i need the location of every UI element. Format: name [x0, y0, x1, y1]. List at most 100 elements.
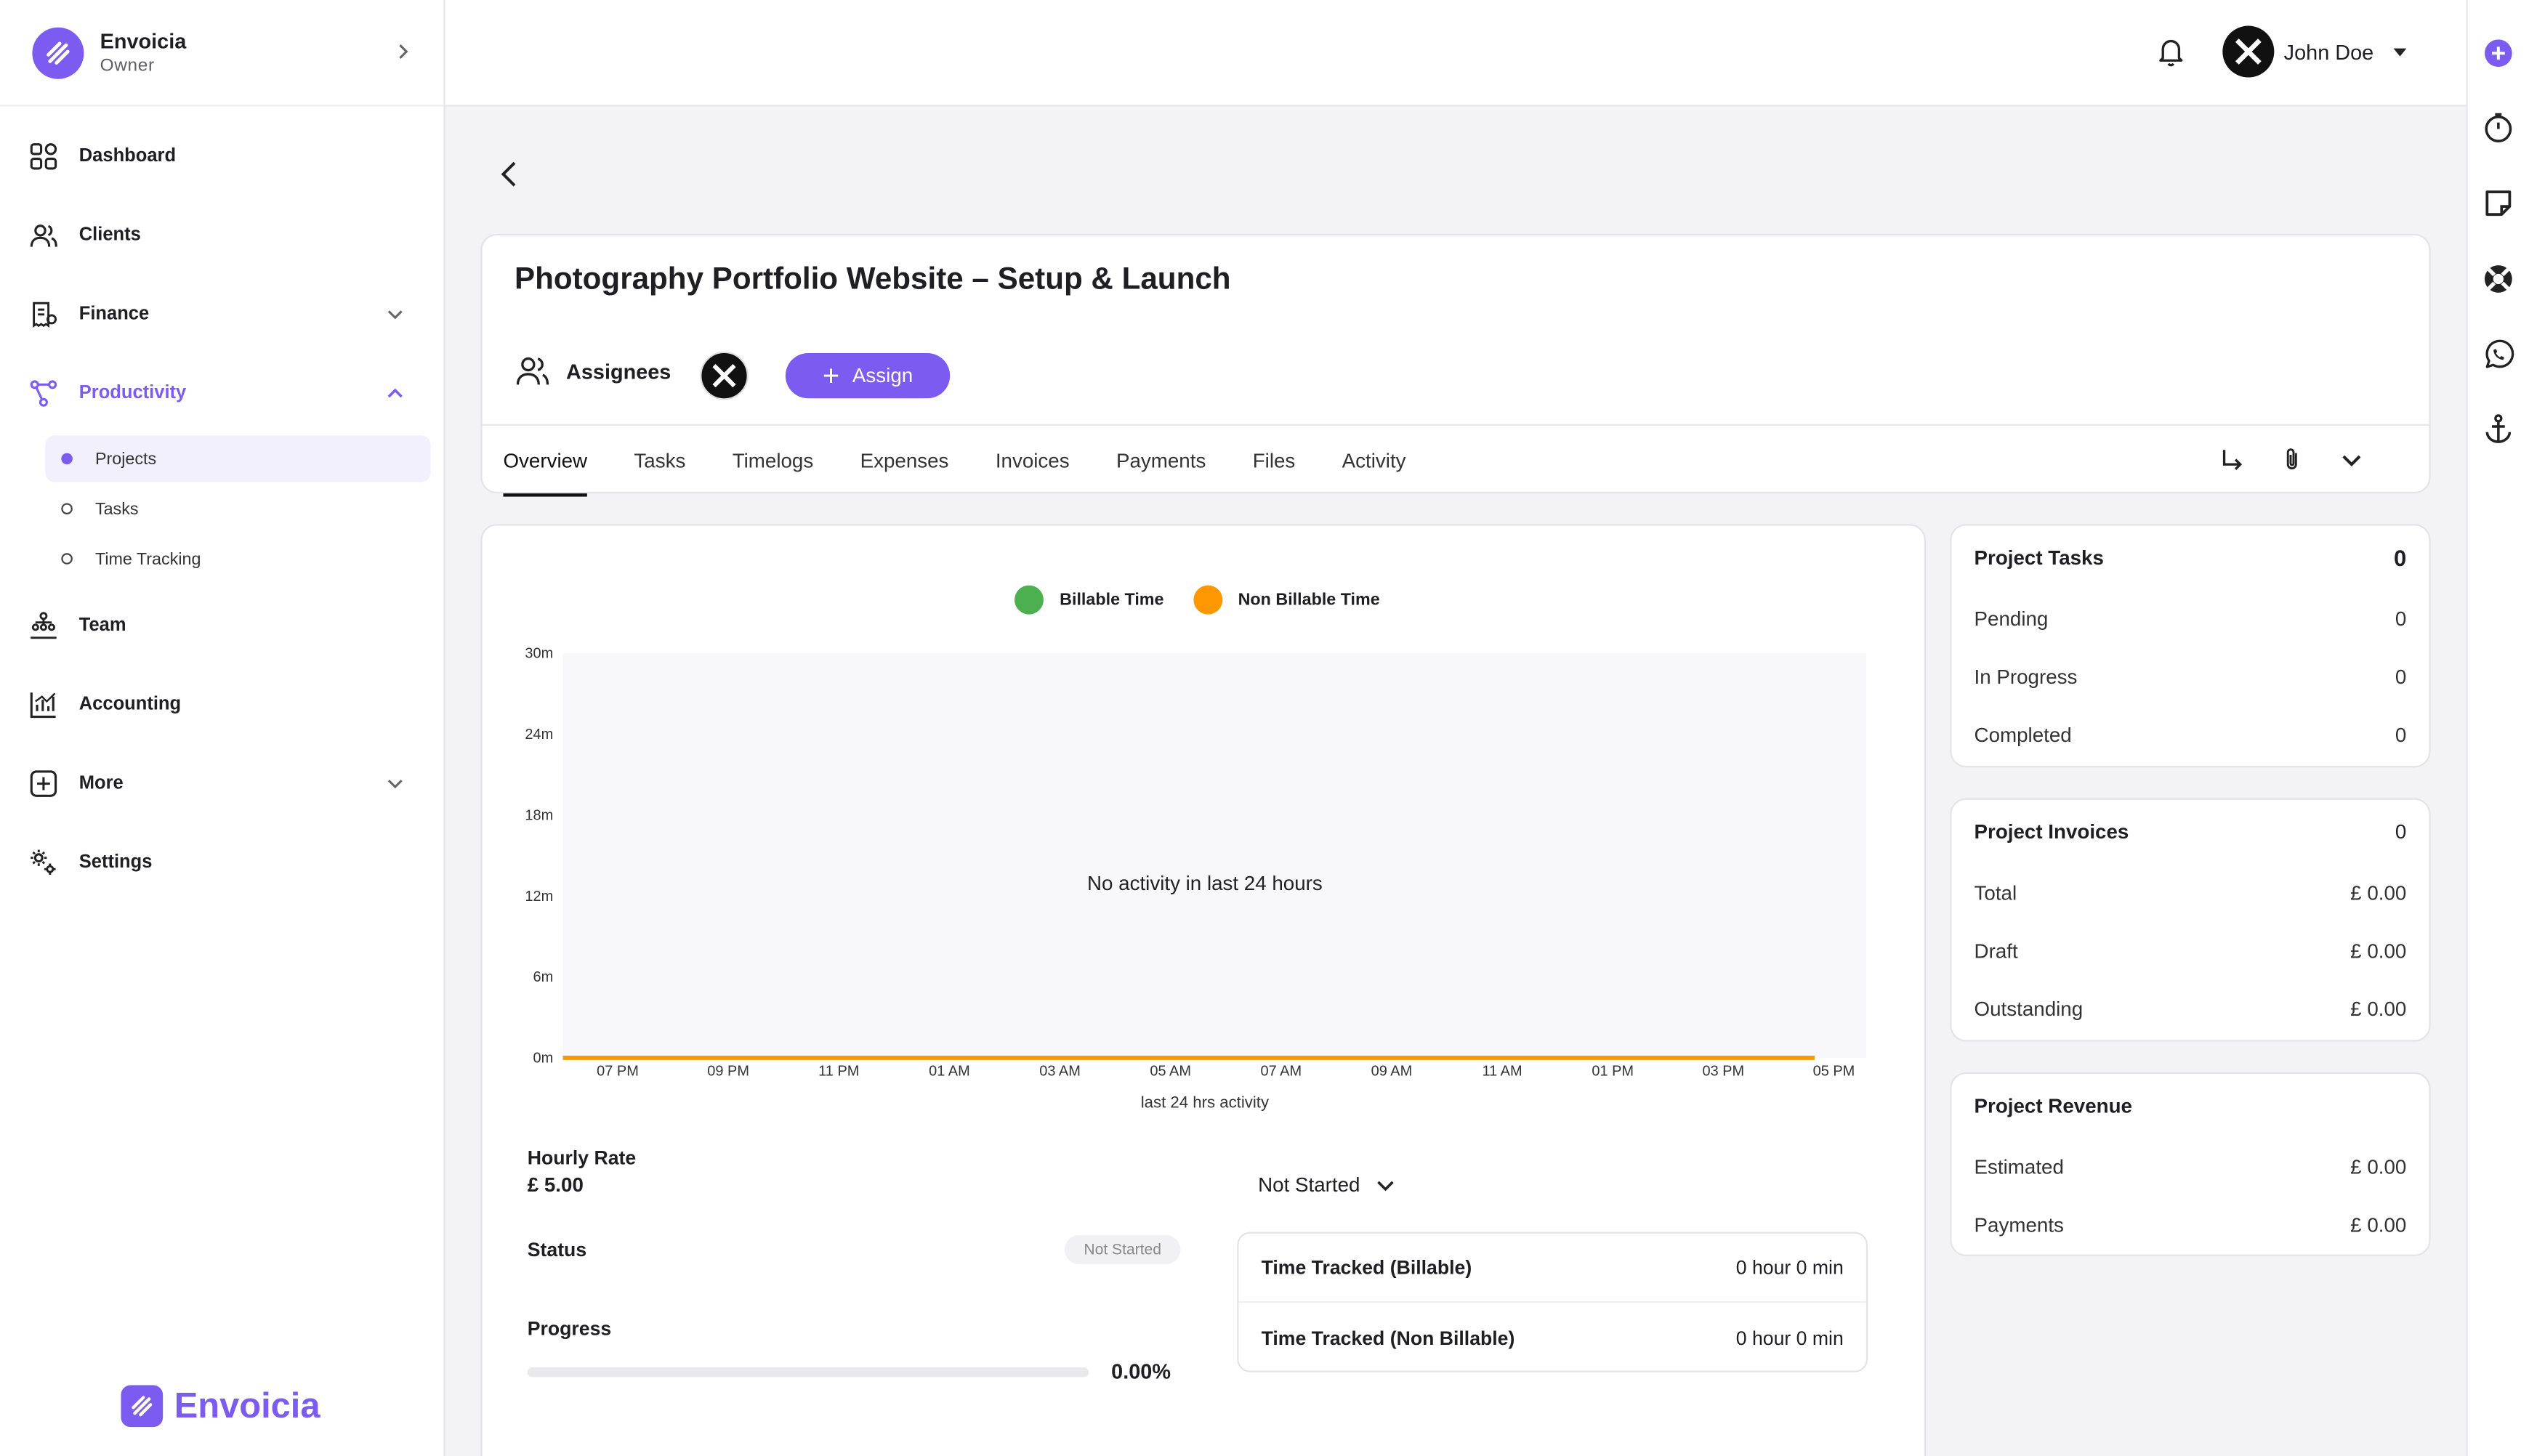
topbar: John Doe: [445, 0, 2467, 107]
bullet-icon: [61, 553, 73, 565]
assignee-avatar[interactable]: [700, 351, 749, 400]
progress-value: 0.00%: [1111, 1359, 1171, 1384]
user-menu[interactable]: John Doe: [2222, 25, 2406, 78]
tab-expenses[interactable]: Expenses: [860, 425, 949, 496]
sidebar-subitem-tasks[interactable]: Tasks: [45, 485, 430, 532]
sidebar-item-label: Clients: [78, 225, 141, 245]
x-tick-label: 11 PM: [818, 1063, 859, 1079]
invoices-draft-row: Draft £ 0.00: [1951, 922, 2429, 980]
tasks-completed-label: Completed: [1974, 724, 2072, 747]
project-tasks-total: 0: [2394, 545, 2407, 571]
corner-arrow-icon[interactable]: [2218, 445, 2246, 473]
invoices-draft-value: £ 0.00: [2350, 939, 2407, 963]
sidebar-item-team[interactable]: Team: [0, 586, 443, 665]
team-icon: [31, 611, 57, 639]
project-revenue-title: Project Revenue: [1974, 1094, 2132, 1118]
project-invoices-header: Project Invoices 0: [1951, 800, 2429, 865]
sidebar-item-label: Team: [78, 615, 126, 635]
caret-down-icon: [2392, 47, 2406, 56]
tab-files[interactable]: Files: [1253, 425, 1296, 496]
back-arrow-icon[interactable]: [493, 158, 525, 190]
y-tick-label: 12m: [525, 889, 553, 905]
add-circle-icon[interactable]: [2482, 37, 2514, 69]
right-rail: [2466, 0, 2529, 1456]
y-tick-label: 24m: [525, 727, 553, 743]
x-tick-label: 05 PM: [1813, 1063, 1855, 1079]
chevron-down-icon: [387, 778, 403, 788]
legend-item-billable[interactable]: Billable Time: [1015, 585, 1164, 615]
timer-icon[interactable]: [2482, 111, 2514, 143]
sidebar-item-label: More: [78, 773, 124, 793]
sidebar-item-dashboard[interactable]: Dashboard: [0, 116, 443, 195]
bell-icon[interactable]: [2156, 36, 2185, 68]
assign-button[interactable]: + Assign: [785, 353, 951, 399]
revenue-payments-value: £ 0.00: [2350, 1214, 2407, 1237]
gear-icon: [31, 849, 56, 874]
sidebar-item-productivity[interactable]: Productivity: [0, 353, 443, 432]
tasks-pending-row: Pending 0: [1951, 590, 2429, 648]
x-tick-label: 07 PM: [597, 1063, 639, 1079]
assignees-label-group: Assignees: [515, 353, 671, 389]
whatsapp-icon[interactable]: [2482, 339, 2514, 371]
legend-item-non-billable[interactable]: Non Billable Time: [1193, 585, 1380, 615]
sidebar-subitem-projects[interactable]: Projects: [45, 435, 431, 482]
tab-timelogs[interactable]: Timelogs: [733, 425, 814, 496]
chevron-down-icon: [1377, 1181, 1395, 1192]
project-header-card: Photography Portfolio Website – Setup & …: [480, 233, 2431, 496]
time-tracked-billable-label: Time Tracked (Billable): [1261, 1255, 1472, 1279]
legend-swatch-non-billable: [1193, 585, 1222, 615]
progress-bar: [527, 1367, 1089, 1378]
project-revenue-card: Project Revenue Estimated £ 0.00 Payments…: [1950, 1072, 2431, 1256]
assign-button-label: Assign: [852, 364, 913, 387]
tab-invoices[interactable]: Invoices: [996, 425, 1070, 496]
sidebar-item-clients[interactable]: Clients: [0, 195, 443, 275]
project-tasks-header: Project Tasks 0: [1951, 526, 2429, 591]
tab-overview[interactable]: Overview: [503, 425, 588, 496]
revenue-estimated-row: Estimated £ 0.00: [1951, 1138, 2429, 1197]
project-revenue-header: Project Revenue: [1951, 1074, 2429, 1138]
revenue-estimated-label: Estimated: [1974, 1156, 2064, 1179]
x-tick-label: 09 PM: [707, 1063, 749, 1079]
life-buoy-icon[interactable]: [2482, 263, 2514, 295]
project-tasks-card: Project Tasks 0 Pending 0 In Progress 0 Co…: [1950, 524, 2431, 768]
activity-chart: 30m 24m 18m 12m 6m 0m 07 PM 09 PM 11 PM 01 AM 03 …: [525, 646, 1866, 1112]
users-icon: [516, 357, 549, 385]
tab-payments[interactable]: Payments: [1116, 425, 1206, 496]
sidebar-item-more[interactable]: More: [0, 743, 443, 822]
status-dropdown[interactable]: Not Started: [1258, 1174, 1395, 1197]
chevron-up-icon: [387, 387, 403, 397]
sidebar-item-label: Accounting: [78, 694, 182, 714]
tab-activity[interactable]: Activity: [1342, 425, 1406, 496]
invoices-outstanding-row: Outstanding £ 0.00: [1951, 980, 2429, 1038]
sticky-note-icon[interactable]: [2482, 187, 2514, 219]
tasks-pending-label: Pending: [1974, 607, 2049, 631]
time-tracked-billable-value: 0 hour 0 min: [1735, 1255, 1844, 1279]
invoices-total-row: Total £ 0.00: [1951, 865, 2429, 923]
tab-tasks[interactable]: Tasks: [634, 425, 685, 496]
sidebar-item-accounting[interactable]: Accounting: [0, 664, 443, 743]
status-label: Status: [527, 1238, 587, 1261]
anchor-icon[interactable]: [2482, 413, 2514, 445]
paperclip-icon[interactable]: [2278, 445, 2305, 473]
progress-label: Progress: [527, 1317, 612, 1340]
plus-icon: +: [822, 358, 840, 392]
x-tick-label: 01 PM: [1592, 1063, 1634, 1079]
sidebar-item-settings[interactable]: Settings: [0, 822, 443, 902]
time-tracked-card: Time Tracked (Billable) 0 hour 0 min Tim…: [1237, 1231, 1868, 1372]
tasks-completed-row: Completed 0: [1951, 706, 2429, 764]
time-tracked-non-billable-value: 0 hour 0 min: [1735, 1326, 1844, 1349]
invoices-outstanding-label: Outstanding: [1974, 998, 2084, 1021]
sidebar-item-finance[interactable]: Finance: [0, 274, 443, 353]
invoices-total-value: £ 0.00: [2350, 882, 2407, 905]
x-tick-label: 09 AM: [1371, 1063, 1413, 1079]
finance-icon: [33, 301, 57, 327]
sidebar-subitem-time-tracking[interactable]: Time Tracking: [45, 535, 430, 582]
sidebar-item-label: Finance: [78, 304, 150, 323]
revenue-payments-label: Payments: [1974, 1214, 2064, 1237]
chevron-down-icon[interactable]: [2337, 445, 2365, 473]
org-switcher[interactable]: Envoicia Owner: [0, 0, 444, 107]
time-tracked-billable-row: Time Tracked (Billable) 0 hour 0 min: [1238, 1234, 1866, 1303]
tasks-in-progress-row: In Progress 0: [1951, 648, 2429, 706]
project-invoices-count: 0: [2395, 820, 2407, 844]
status-badge: Not Started: [1064, 1235, 1181, 1265]
